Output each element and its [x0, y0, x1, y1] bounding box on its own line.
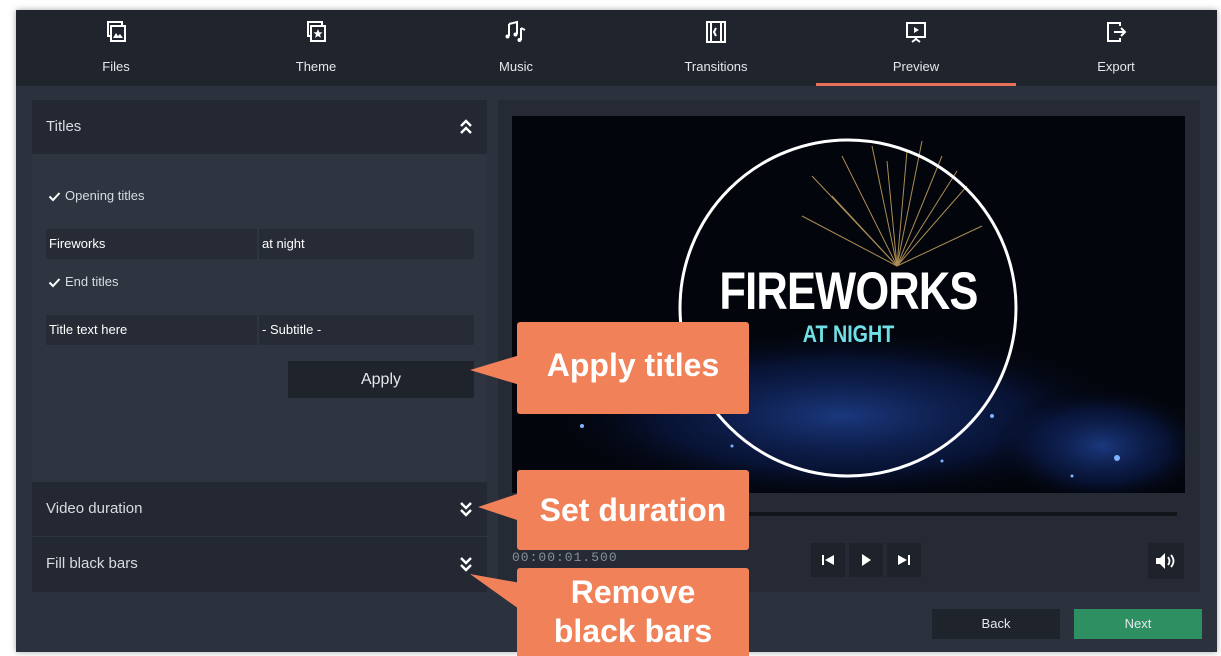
tab-music[interactable]: Music — [416, 10, 616, 86]
back-button[interactable]: Back — [932, 609, 1060, 639]
transitions-icon — [706, 21, 726, 43]
check-icon — [48, 192, 61, 202]
callout-remove-line2: black bars — [553, 613, 713, 649]
tab-preview-label: Preview — [892, 59, 940, 74]
theme-icon — [307, 21, 326, 42]
end-titles-checkbox[interactable]: End titles — [48, 274, 118, 289]
tab-music-label: Music — [499, 59, 533, 74]
expand-chevron-icon[interactable] — [458, 500, 474, 518]
callout-arrow — [478, 493, 520, 521]
callout-arrow — [470, 355, 520, 385]
end-subtitle-input[interactable]: - Subtitle - — [259, 315, 474, 345]
fill-black-bars-title: Fill black bars — [46, 555, 138, 572]
expand-chevron-icon[interactable] — [458, 555, 474, 573]
active-tab-indicator — [816, 83, 1016, 86]
end-title-input[interactable]: Title text here — [46, 315, 257, 345]
top-navigation: Files Theme Music Transitions Preview Ex… — [16, 10, 1217, 86]
play-button[interactable] — [849, 543, 883, 577]
export-icon — [1107, 22, 1127, 42]
opening-title-input[interactable]: Fireworks — [46, 229, 257, 259]
music-icon — [505, 20, 526, 42]
tab-preview[interactable]: Preview — [816, 10, 1016, 86]
check-icon — [48, 278, 61, 288]
volume-button[interactable] — [1148, 543, 1184, 579]
tab-theme[interactable]: Theme — [216, 10, 416, 86]
collapse-chevron-icon[interactable] — [458, 118, 474, 136]
files-icon — [107, 21, 126, 42]
tab-theme-label: Theme — [295, 59, 337, 74]
settings-panel: Titles Opening titles Fireworks at night… — [32, 100, 487, 592]
timecode-display: 00:00:01.500 — [512, 550, 618, 565]
preview-icon — [906, 22, 926, 43]
skip-forward-button[interactable] — [887, 543, 921, 577]
tab-export[interactable]: Export — [1016, 10, 1216, 86]
callout-remove-black-bars: Remove black bars — [517, 568, 749, 656]
video-duration-title: Video duration — [46, 500, 143, 517]
tab-files-label: Files — [102, 59, 130, 74]
volume-icon — [1156, 553, 1175, 569]
callout-apply-titles: Apply titles — [517, 322, 749, 414]
titles-section-header[interactable]: Titles — [32, 100, 487, 154]
video-preview[interactable]: FIREWORKS AT NIGHT — [512, 116, 1185, 493]
titles-section-title: Titles — [46, 118, 82, 135]
opening-subtitle-input[interactable]: at night — [259, 229, 474, 259]
video-duration-section-header[interactable]: Video duration — [32, 482, 487, 536]
play-icon — [862, 554, 871, 566]
skip-forward-icon — [898, 555, 910, 565]
apply-button[interactable]: Apply — [288, 361, 474, 398]
tab-transitions[interactable]: Transitions — [616, 10, 816, 86]
callout-remove-line1: Remove — [570, 574, 696, 610]
fill-black-bars-section-header[interactable]: Fill black bars — [32, 537, 487, 592]
titles-section-body: Opening titles Fireworks at night End ti… — [32, 154, 487, 482]
video-title-text: FIREWORKS — [719, 262, 978, 321]
skip-back-icon — [822, 555, 834, 565]
opening-titles-label: Opening titles — [65, 188, 145, 203]
next-button[interactable]: Next — [1074, 609, 1202, 639]
tab-transitions-label: Transitions — [684, 59, 748, 74]
tab-files[interactable]: Files — [16, 10, 216, 86]
tab-export-label: Export — [1097, 59, 1135, 74]
skip-back-button[interactable] — [811, 543, 845, 577]
callout-set-duration: Set duration — [517, 470, 749, 550]
opening-titles-checkbox[interactable]: Opening titles — [48, 188, 145, 203]
end-titles-label: End titles — [65, 274, 119, 289]
